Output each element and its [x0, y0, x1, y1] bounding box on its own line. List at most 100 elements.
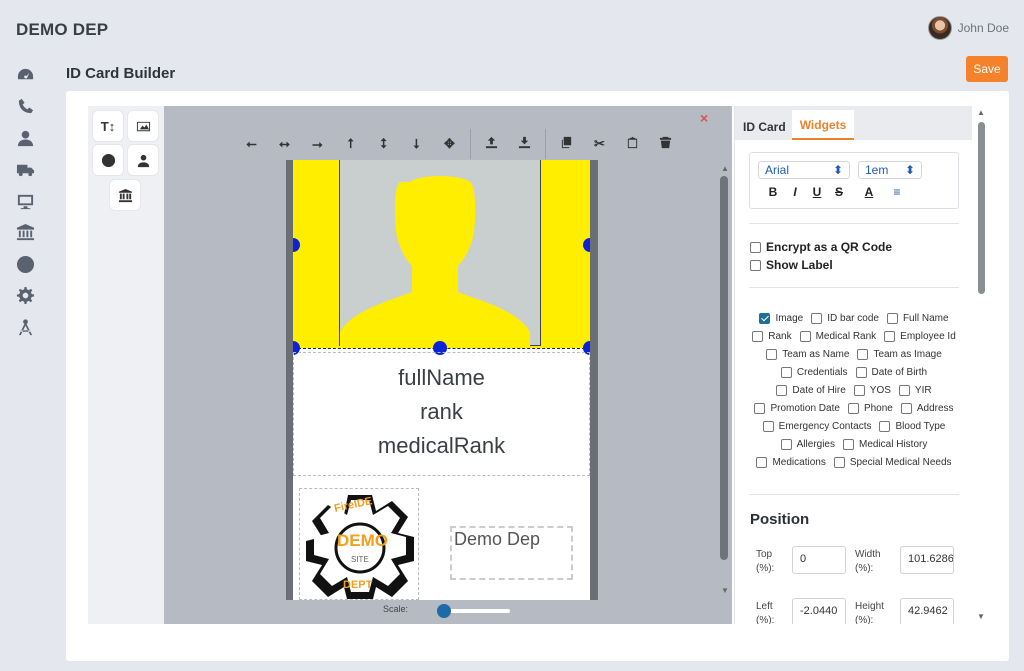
person-tool-button[interactable]: [127, 144, 159, 176]
scroll-down-icon[interactable]: ▼: [721, 586, 729, 595]
checkbox-box[interactable]: [855, 367, 867, 378]
widget-checkbox[interactable]: YIR: [898, 385, 932, 396]
checkbox-box[interactable]: [847, 403, 859, 414]
close-icon[interactable]: ×: [700, 110, 708, 126]
widget-checkbox[interactable]: Date of Birth: [855, 367, 927, 378]
show-label-checkbox[interactable]: Show Label: [750, 258, 833, 272]
clock-tool-button[interactable]: [92, 144, 124, 176]
panel-scroll-thumb[interactable]: [978, 122, 985, 294]
widget-checkbox[interactable]: YOS: [853, 385, 891, 396]
scale-slider-handle[interactable]: [436, 604, 451, 618]
clock-icon[interactable]: [14, 253, 36, 275]
tab-id-card[interactable]: ID Card: [741, 120, 792, 140]
align-bottom-icon[interactable]: ⭣: [400, 136, 433, 152]
image-tool-button[interactable]: [127, 110, 159, 142]
avatar[interactable]: [927, 16, 952, 40]
scroll-down-icon[interactable]: ▼: [977, 612, 985, 621]
checkbox-box[interactable]: [780, 439, 792, 450]
checkbox-box[interactable]: [811, 313, 823, 324]
checkbox-box[interactable]: [776, 385, 788, 396]
name-text-widget[interactable]: fullName rank medicalRank: [293, 352, 590, 476]
compass-icon[interactable]: [14, 316, 36, 338]
bold-button[interactable]: B: [762, 185, 784, 199]
widget-checkbox[interactable]: Emergency Contacts: [762, 421, 871, 432]
width-input[interactable]: 101.6286: [900, 546, 954, 574]
bank-icon[interactable]: [14, 222, 36, 244]
scroll-up-icon[interactable]: ▲: [977, 108, 985, 117]
checkbox-box[interactable]: [833, 457, 845, 468]
widget-checkbox[interactable]: Medications: [756, 457, 826, 468]
send-back-icon[interactable]: [508, 136, 541, 152]
height-input[interactable]: 42.9462: [900, 598, 954, 624]
align-top-icon[interactable]: ⭡: [334, 136, 367, 152]
top-input[interactable]: 0: [792, 546, 846, 574]
move-icon[interactable]: ✥: [433, 136, 466, 152]
widget-checkbox[interactable]: Phone: [847, 403, 893, 414]
checkbox-box[interactable]: [857, 349, 869, 360]
widget-checkbox[interactable]: Team as Name: [766, 349, 849, 360]
font-family-select[interactable]: Arial ⬍: [758, 161, 850, 179]
widget-checkbox[interactable]: Promotion Date: [754, 403, 840, 414]
logo-tool-button[interactable]: [109, 179, 141, 211]
resize-handle[interactable]: [583, 238, 590, 252]
widget-checkbox[interactable]: Credentials: [780, 367, 848, 378]
widget-checkbox[interactable]: Blood Type: [879, 421, 945, 432]
tab-widgets[interactable]: Widgets: [791, 110, 855, 140]
checkbox-box[interactable]: [780, 367, 792, 378]
checkbox-box[interactable]: [884, 331, 896, 342]
cut-icon[interactable]: ✂: [583, 136, 616, 152]
checkbox-box[interactable]: [879, 421, 891, 432]
strikethrough-button[interactable]: S: [828, 185, 850, 199]
checkbox-box[interactable]: [799, 331, 811, 342]
checkbox-box[interactable]: [752, 331, 764, 342]
user-menu[interactable]: John Doe: [927, 16, 1009, 40]
bring-front-icon[interactable]: [475, 136, 508, 152]
dashboard-icon[interactable]: [14, 64, 36, 86]
user-icon[interactable]: [14, 127, 36, 149]
checkbox-box[interactable]: [756, 457, 768, 468]
checkbox-box[interactable]: [762, 421, 774, 432]
checkbox-box[interactable]: [754, 403, 766, 414]
font-size-select[interactable]: 1em ⬍: [858, 161, 922, 179]
canvas-scroll-thumb[interactable]: [720, 176, 728, 560]
widget-checkbox[interactable]: Medical Rank: [799, 331, 876, 342]
align-middle-v-icon[interactable]: ⭥: [367, 136, 400, 152]
app-brand[interactable]: DEMO DEP: [16, 20, 108, 40]
phone-icon[interactable]: [14, 96, 36, 118]
widget-checkbox[interactable]: Date of Hire: [776, 385, 846, 396]
widget-checkbox[interactable]: Allergies: [780, 439, 835, 450]
widget-checkbox[interactable]: Medical History: [843, 439, 927, 450]
gear-icon[interactable]: [14, 285, 36, 307]
checkbox-box[interactable]: [886, 313, 898, 324]
widget-checkbox[interactable]: Full Name: [886, 313, 949, 324]
widget-checkbox[interactable]: Employee Id: [884, 331, 956, 342]
checkbox-box[interactable]: [750, 241, 761, 253]
trash-icon[interactable]: [649, 136, 682, 152]
widget-checkbox[interactable]: Address: [900, 403, 954, 414]
font-color-button[interactable]: A: [858, 185, 880, 199]
checkbox-box[interactable]: [766, 349, 778, 360]
scale-slider[interactable]: [440, 609, 510, 613]
align-button[interactable]: ≡: [886, 185, 908, 199]
scroll-up-icon[interactable]: ▲: [721, 164, 729, 173]
checkbox-box[interactable]: [759, 313, 771, 324]
checkbox-box[interactable]: [750, 259, 761, 271]
widget-checkbox[interactable]: Rank: [752, 331, 792, 342]
checkbox-box[interactable]: [900, 403, 912, 414]
left-input[interactable]: -2.0440: [792, 598, 846, 624]
save-button[interactable]: Save: [966, 56, 1008, 82]
photo-placeholder[interactable]: [339, 160, 541, 346]
widget-checkbox[interactable]: Team as Image: [857, 349, 942, 360]
monitor-icon[interactable]: [14, 190, 36, 212]
department-text-widget[interactable]: Demo Dep: [450, 526, 573, 580]
align-left-icon[interactable]: ⭠: [235, 136, 268, 152]
checkbox-box[interactable]: [898, 385, 910, 396]
checkbox-box[interactable]: [843, 439, 854, 450]
copy-icon[interactable]: [550, 136, 583, 152]
underline-button[interactable]: U: [806, 185, 828, 199]
widget-checkbox[interactable]: ID bar code: [811, 313, 879, 324]
department-logo[interactable]: FireIDE DEMO SITE DEPT: [299, 488, 419, 600]
align-right-icon[interactable]: ⭢: [301, 136, 334, 152]
paste-icon[interactable]: [616, 136, 649, 152]
widget-checkbox[interactable]: Special Medical Needs: [833, 457, 952, 468]
